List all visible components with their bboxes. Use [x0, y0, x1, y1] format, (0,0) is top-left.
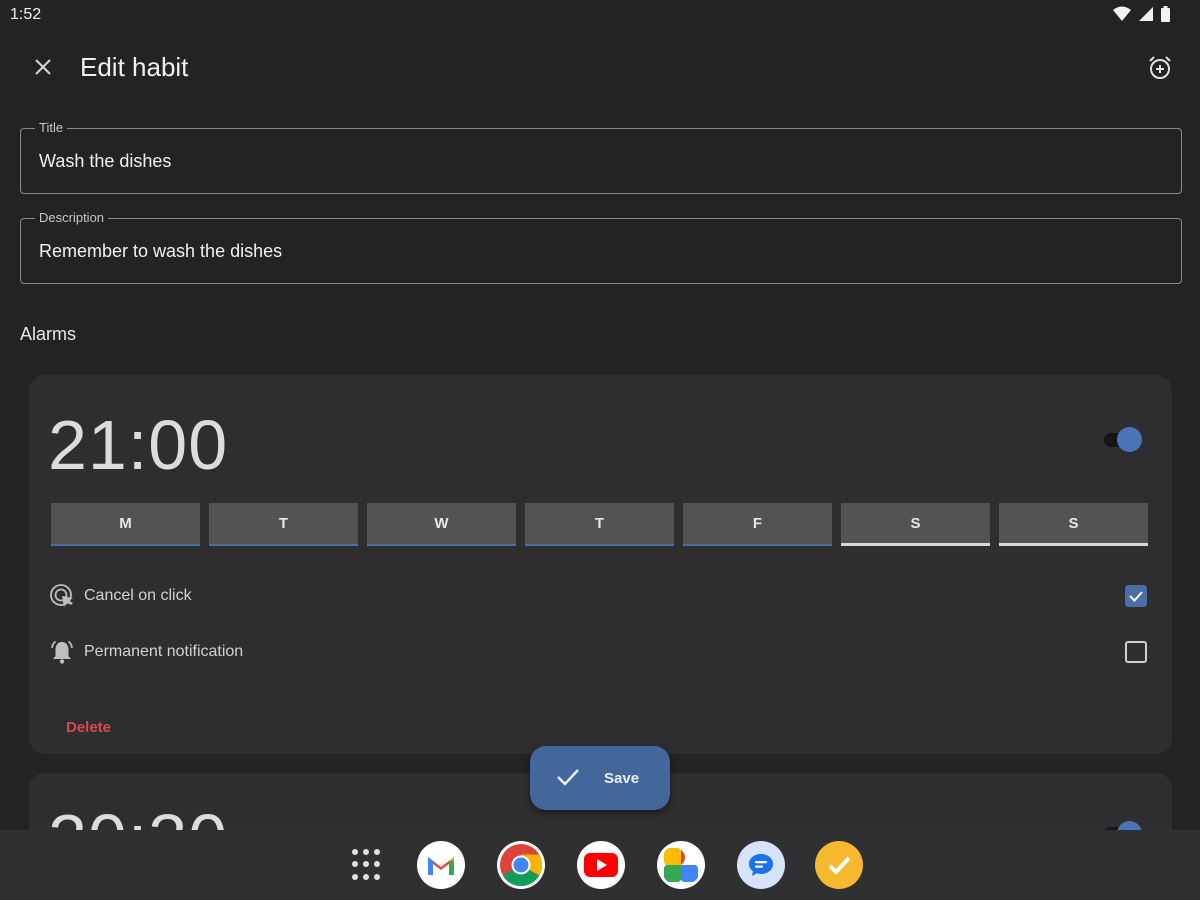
- option-cancel-on-click: Cancel on click: [47, 578, 1147, 614]
- day-monday[interactable]: M: [51, 503, 200, 546]
- alarm-enabled-toggle[interactable]: [1102, 427, 1142, 453]
- description-field[interactable]: Description: [20, 210, 1182, 284]
- checkmark-icon: [1129, 591, 1143, 602]
- page-title: Edit habit: [80, 52, 189, 82]
- alarm-time[interactable]: 21:00: [48, 405, 228, 485]
- save-label: Save: [604, 770, 640, 787]
- description-input[interactable]: [39, 241, 1139, 262]
- day-thursday[interactable]: T: [525, 503, 674, 546]
- status-icons: [1113, 6, 1170, 22]
- day-sunday[interactable]: S: [999, 503, 1148, 546]
- day-wednesday[interactable]: W: [367, 503, 516, 546]
- status-bar: 1:52: [0, 0, 1200, 30]
- title-field-label: Title: [35, 120, 68, 135]
- battery-icon: [1161, 6, 1170, 22]
- close-button[interactable]: [26, 50, 60, 84]
- option-permanent-notification: Permanent notification: [47, 634, 1147, 670]
- status-time: 1:52: [10, 6, 42, 23]
- cancel-on-click-checkbox[interactable]: [1125, 585, 1147, 607]
- add-alarm-button[interactable]: [1142, 50, 1178, 86]
- title-input[interactable]: [39, 151, 1139, 172]
- description-field-label: Description: [35, 210, 109, 225]
- save-button[interactable]: Save: [530, 746, 670, 810]
- app-drawer-icon[interactable]: [352, 849, 384, 881]
- check-icon: [557, 769, 579, 786]
- notification-bell-icon: [47, 637, 77, 667]
- tasks-icon[interactable]: [815, 841, 863, 889]
- app-bar: Edit habit: [0, 40, 1200, 96]
- messages-icon[interactable]: [737, 841, 785, 889]
- option-label: Permanent notification: [84, 643, 244, 660]
- signal-icon: [1139, 7, 1153, 21]
- day-tuesday[interactable]: T: [209, 503, 358, 546]
- alarm-card: 21:00 M T W T F S S Cancel on click Perm…: [29, 375, 1172, 754]
- taskbar: [0, 830, 1200, 900]
- touch-cancel-icon: [47, 581, 77, 611]
- gmail-icon[interactable]: [417, 841, 465, 889]
- weekday-selector: M T W T F S S: [51, 503, 1148, 546]
- add-alarm-icon: [1149, 56, 1171, 79]
- day-saturday[interactable]: S: [841, 503, 990, 546]
- permanent-notification-checkbox[interactable]: [1125, 641, 1147, 663]
- toggle-thumb: [1117, 427, 1142, 452]
- delete-alarm-button[interactable]: Delete: [66, 719, 111, 736]
- close-icon: [35, 59, 51, 75]
- edit-habit-screen: 1:52 Edit habit Title Description: [0, 0, 1200, 900]
- day-friday[interactable]: F: [683, 503, 832, 546]
- title-field[interactable]: Title: [20, 120, 1182, 194]
- photos-icon[interactable]: [657, 841, 705, 889]
- chrome-icon[interactable]: [497, 841, 545, 889]
- wifi-icon: [1113, 6, 1131, 21]
- youtube-icon[interactable]: [577, 841, 625, 889]
- option-label: Cancel on click: [84, 587, 192, 604]
- alarms-section-title: Alarms: [20, 324, 77, 344]
